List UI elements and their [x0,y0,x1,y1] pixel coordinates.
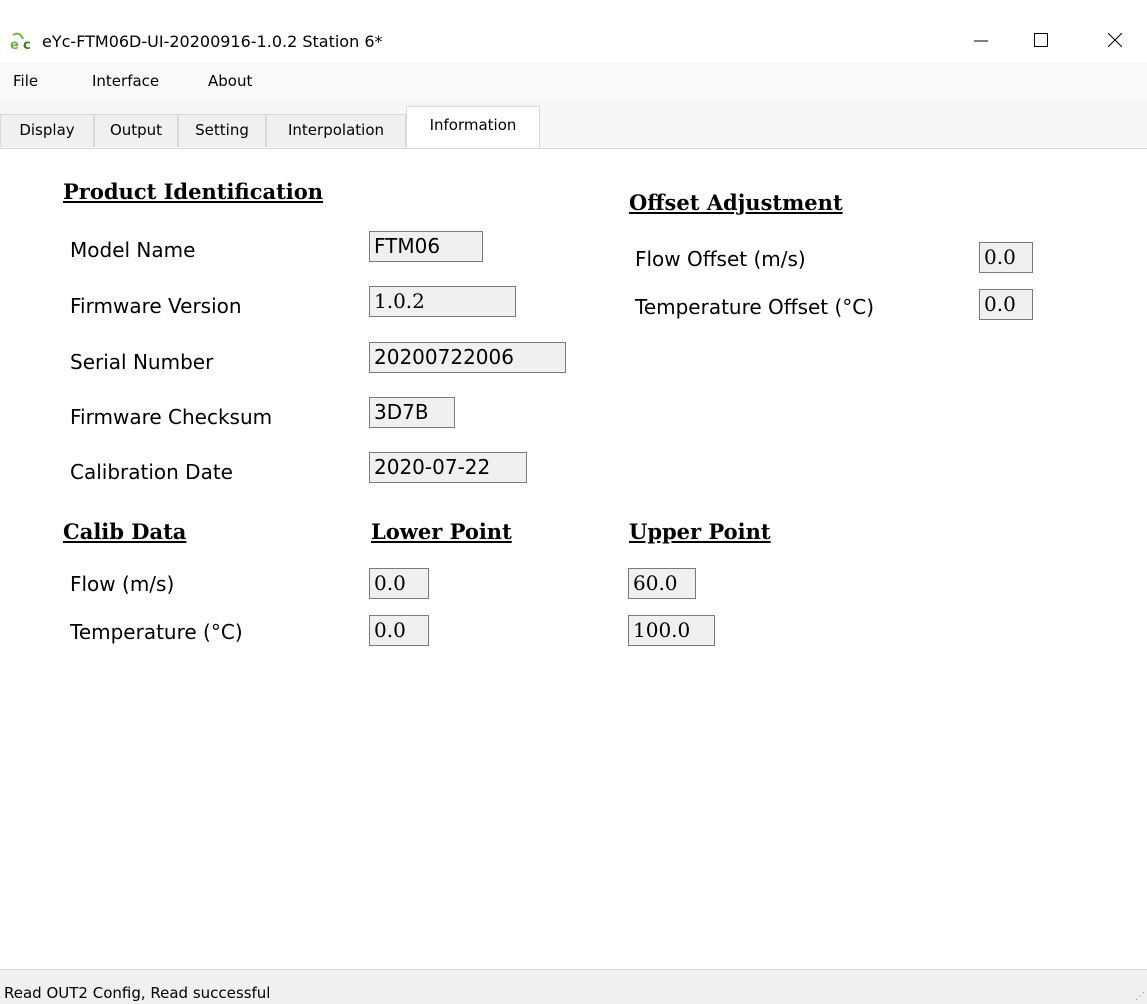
tab-information[interactable]: Information [406,106,540,148]
menu-about[interactable]: About [208,72,252,90]
resize-grip-icon[interactable]: ⋰ [1135,991,1145,1002]
menu-bar: File Interface About [0,62,1147,98]
window-title: eYc-FTM06D-UI-20200916-1.0.2 Station 6* [42,32,383,51]
firmware-checksum-field: 3D7B [369,397,455,428]
tab-setting[interactable]: Setting [178,114,266,147]
firmware-checksum-label: Firmware Checksum [70,405,273,429]
serial-number-label: Serial Number [70,350,214,374]
maximize-icon [1034,33,1048,47]
tab-output[interactable]: Output [94,114,178,147]
model-name-field: FTM06 [369,231,483,262]
temperature-calib-label: Temperature (°C) [70,620,243,644]
firmware-version-label: Firmware Version [70,294,242,318]
title-bar: e c eYc-FTM06D-UI-20200916-1.0.2 Station… [0,0,1147,62]
product-identification-heading: Product Identification [63,179,324,204]
temperature-offset-field[interactable]: 0.0 [979,289,1033,320]
flow-offset-field[interactable]: 0.0 [979,242,1033,273]
tab-display[interactable]: Display [0,114,94,147]
status-text: Read OUT2 Config, Read successful [4,984,271,1002]
flow-offset-label: Flow Offset (m/s) [635,247,806,271]
menu-file[interactable]: File [13,72,38,90]
temperature-upper-field: 100.0 [628,615,715,646]
information-panel: Product Identification Model Name FTM06 … [0,149,1147,969]
svg-text:c: c [23,38,31,51]
tab-interpolation[interactable]: Interpolation [266,114,406,147]
temperature-offset-label: Temperature Offset (°C) [635,295,875,319]
tab-strip: Display Output Setting Interpolation Inf… [0,98,1147,149]
close-icon [1108,33,1122,47]
menu-interface[interactable]: Interface [92,72,159,90]
lower-point-heading: Lower Point [371,519,512,544]
maximize-button[interactable] [1006,20,1076,60]
upper-point-heading: Upper Point [629,519,771,544]
eyc-app-icon: e c [10,31,36,53]
flow-lower-field: 0.0 [369,568,429,599]
temperature-lower-field: 0.0 [369,615,429,646]
minimize-icon [974,40,988,42]
flow-calib-label: Flow (m/s) [70,572,175,596]
serial-number-field: 20200722006 [369,342,566,373]
status-bar: Read OUT2 Config, Read successful ⋰ [0,969,1147,1004]
calib-data-heading: Calib Data [63,519,187,544]
offset-adjustment-heading: Offset Adjustment [629,190,843,215]
calibration-date-field: 2020-07-22 [369,452,527,483]
firmware-version-field: 1.0.2 [369,286,516,317]
flow-upper-field: 60.0 [628,568,696,599]
svg-text:e: e [10,38,19,51]
calibration-date-label: Calibration Date [70,460,233,484]
close-button[interactable] [1080,20,1147,60]
model-name-label: Model Name [70,238,196,262]
